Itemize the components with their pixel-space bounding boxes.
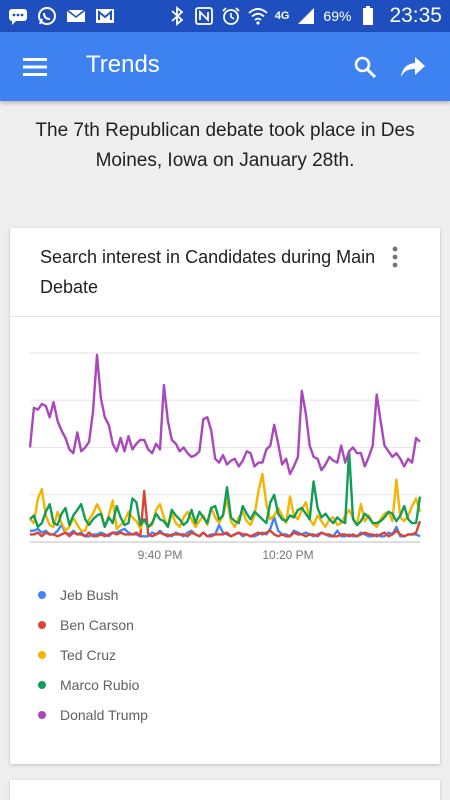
app-title: Trends <box>86 51 160 78</box>
more-vert-icon <box>392 246 398 268</box>
series-line-donald-trump <box>28 353 421 476</box>
share-button[interactable] <box>398 52 428 82</box>
more-options-button[interactable] <box>382 244 408 270</box>
network-type: 4G <box>274 10 290 22</box>
legend-dot-icon <box>38 681 46 689</box>
headline-text: The 7th Republican debate took place in … <box>35 120 415 171</box>
legend-dot-icon <box>38 591 46 599</box>
legend-dot-icon <box>38 621 46 629</box>
battery-icon <box>358 6 378 26</box>
legend-item: Ben Carson <box>38 610 148 640</box>
legend-label: Ted Cruz <box>60 647 117 663</box>
legend-dot-icon <box>38 711 46 719</box>
legend-label: Ben Carson <box>60 617 134 633</box>
line-chart: 9:40 PM 10:20 PM <box>28 352 422 562</box>
legend-item: Donald Trump <box>38 700 148 730</box>
chart-legend: Jeb Bush Ben Carson Ted Cruz Marco Rubio Don… <box>38 580 148 730</box>
legend-label: Donald Trump <box>60 707 148 723</box>
hamburger-menu-icon <box>23 58 47 76</box>
legend-label: Jeb Bush <box>60 587 119 603</box>
card-title: Search interest in Candidates during Mai… <box>40 247 376 297</box>
search-icon <box>354 56 377 79</box>
clock: 23:35 <box>389 4 442 27</box>
wifi-icon <box>248 6 268 26</box>
chart-card: Search interest in Candidates during Mai… <box>10 228 440 764</box>
legend-item: Jeb Bush <box>38 580 148 610</box>
status-bar: 4G 69% 23:35 <box>0 0 450 32</box>
legend-dot-icon <box>38 651 46 659</box>
gmail-icon <box>95 6 115 26</box>
messages-icon <box>8 6 28 26</box>
legend-item: Marco Rubio <box>38 670 148 700</box>
bluetooth-icon <box>167 6 187 26</box>
nfc-icon <box>194 6 214 26</box>
next-card <box>10 780 440 800</box>
battery-percentage: 69% <box>323 8 352 24</box>
email-icon <box>66 6 86 26</box>
menu-button[interactable] <box>20 52 50 82</box>
x-tick-label: 9:40 PM <box>138 548 183 562</box>
legend-label: Marco Rubio <box>60 677 140 693</box>
alarm-icon <box>221 6 241 26</box>
share-arrow-icon <box>401 57 425 77</box>
whatsapp-icon <box>37 6 57 26</box>
signal-icon <box>296 6 316 26</box>
legend-item: Ted Cruz <box>38 640 148 670</box>
search-button[interactable] <box>350 52 380 82</box>
x-tick-label: 10:20 PM <box>262 548 313 562</box>
app-bar: Trends <box>0 32 450 101</box>
